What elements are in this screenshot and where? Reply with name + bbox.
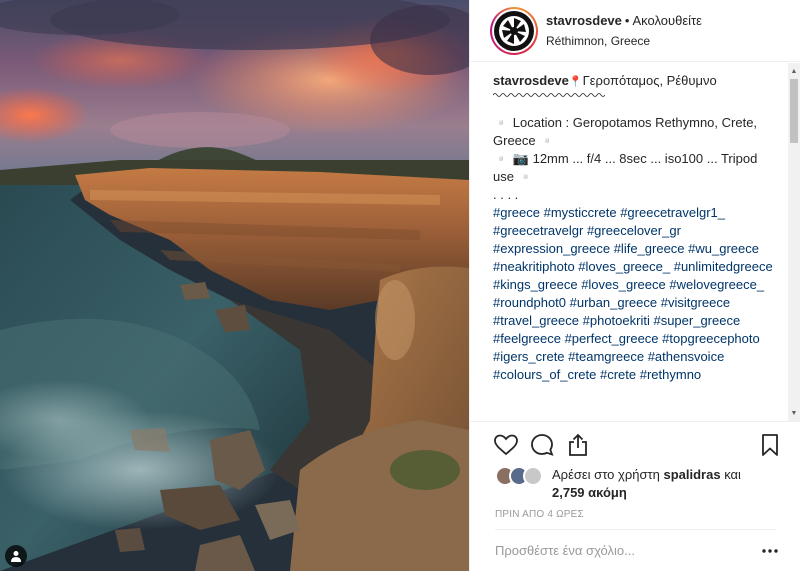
hashtag-link[interactable]: #colours_of_crete [493, 367, 596, 382]
username-link[interactable]: stavrosdeve [546, 13, 622, 28]
wavy-divider [492, 93, 606, 97]
comment-button[interactable] [529, 432, 555, 458]
hashtag-link[interactable]: #visitgreece [661, 295, 730, 310]
bookmark-icon [762, 434, 778, 456]
hashtag-link[interactable]: #greecelover_gr [587, 223, 681, 238]
hashtag-link[interactable]: #loves_greece [581, 277, 666, 292]
comment-input[interactable] [495, 543, 735, 558]
scroll-down-icon[interactable]: ▼ [788, 407, 800, 419]
like-button[interactable] [493, 432, 519, 458]
caption-place: Γεροπόταμος, Ρέθυμνο [582, 73, 717, 88]
hashtag-link[interactable]: #mysticcrete [544, 205, 617, 220]
hashtag-link[interactable]: #roundphot0 [493, 295, 566, 310]
action-bar [470, 421, 800, 466]
hashtag-link[interactable]: #expression_greece [493, 241, 610, 256]
person-tag-icon [11, 551, 21, 562]
more-dots-icon [762, 549, 778, 553]
share-icon [569, 433, 587, 456]
location-link[interactable]: Réthimnon, Greece [546, 33, 702, 49]
pin-emoji: 📍 [568, 76, 583, 88]
more-options-button[interactable] [760, 541, 780, 561]
post-sidebar: stavrosdeve • Ακολουθείτε Réthimnon, Greec… [469, 0, 800, 571]
hashtag-link[interactable]: #wu_greece [688, 241, 759, 256]
comments-scrollbar[interactable]: ▲ ▼ [788, 63, 800, 421]
hashtag-link[interactable]: #neakritiphoto [493, 259, 575, 274]
save-button[interactable] [757, 432, 783, 458]
caption-camera-line: ▫️ 📷 12mm ... f/4 ... 8sec ... iso100 ..… [493, 151, 758, 184]
hashtag-link[interactable]: #urban_greece [570, 295, 657, 310]
hashtag-link[interactable]: #perfect_greece [565, 331, 659, 346]
hashtag-link[interactable]: #igers_crete [493, 349, 565, 364]
likes-text: Αρέσει στο χρήστη spalidras και 2,759 ακ… [552, 467, 741, 500]
post-photo[interactable] [0, 0, 469, 571]
caption-username[interactable]: stavrosdeve [493, 73, 569, 88]
hashtag-link[interactable]: #crete [600, 367, 636, 382]
aperture-logo-icon [499, 15, 529, 46]
likes-count[interactable]: 2,759 ακόμη [552, 485, 627, 500]
hashtag-link[interactable]: #athensvoice [648, 349, 725, 364]
post-header: stavrosdeve • Ακολουθείτε Réthimnon, Greec… [470, 0, 800, 62]
hashtag-link[interactable]: #greecetravelgr [493, 223, 583, 238]
tag-button[interactable] [5, 545, 27, 567]
hashtag-link[interactable]: #kings_greece [493, 277, 578, 292]
following-button[interactable]: Ακολουθείτε [632, 13, 701, 28]
hashtag-link[interactable]: #travel_greece [493, 313, 579, 328]
hashtag-link[interactable]: #feelgreece [493, 331, 561, 346]
coastal-sunset-photo [0, 0, 469, 571]
add-comment-form [495, 529, 776, 571]
hashtag-link[interactable]: #greecetravelgr1_ [620, 205, 725, 220]
hashtag-link[interactable]: #welovegreece_ [669, 277, 764, 292]
hashtag-link[interactable]: #loves_greece_ [578, 259, 670, 274]
hashtag-link[interactable]: #topgreecephoto [662, 331, 760, 346]
share-button[interactable] [565, 432, 591, 458]
hashtag-link[interactable]: #teamgreece [568, 349, 644, 364]
hashtag-link[interactable]: #unlimitedgreece [674, 259, 773, 274]
hashtag-link[interactable]: #life_greece [614, 241, 685, 256]
hashtag-link[interactable]: #rethymno [640, 367, 701, 382]
heart-icon [494, 434, 518, 456]
scrollbar-thumb[interactable] [790, 79, 798, 143]
liker-username[interactable]: spalidras [663, 467, 720, 482]
caption-dots: . . . . [493, 187, 519, 202]
post-timestamp[interactable]: ΠΡΙΝ ΑΠΟ 4 ΩΡΕΣ [495, 509, 584, 520]
hashtag-list: #greece #mysticcrete #greecetravelgr1_ #… [493, 204, 776, 384]
hashtag-link[interactable]: #photoekriti [583, 313, 650, 328]
post-dialog: stavrosdeve • Ακολουθείτε Réthimnon, Greec… [0, 0, 800, 571]
caption: stavrosdeve📍Γεροπόταμος, Ρέθυμνο ▫️ Loca… [492, 72, 776, 384]
hashtag-link[interactable]: #greece [493, 205, 540, 220]
comment-icon [531, 434, 554, 456]
separator-dot: • [624, 13, 630, 28]
hashtag-link[interactable]: #super_greece [653, 313, 740, 328]
scroll-up-icon[interactable]: ▲ [788, 65, 800, 77]
comments-area: stavrosdeve📍Γεροπόταμος, Ρέθυμνο ▫️ Loca… [470, 63, 800, 421]
liker-avatar [523, 466, 543, 486]
avatar[interactable] [490, 6, 538, 55]
caption-location-line: ▫️ Location : Geropotamos Rethymno, Cret… [493, 115, 758, 148]
liker-avatars[interactable] [495, 466, 555, 486]
